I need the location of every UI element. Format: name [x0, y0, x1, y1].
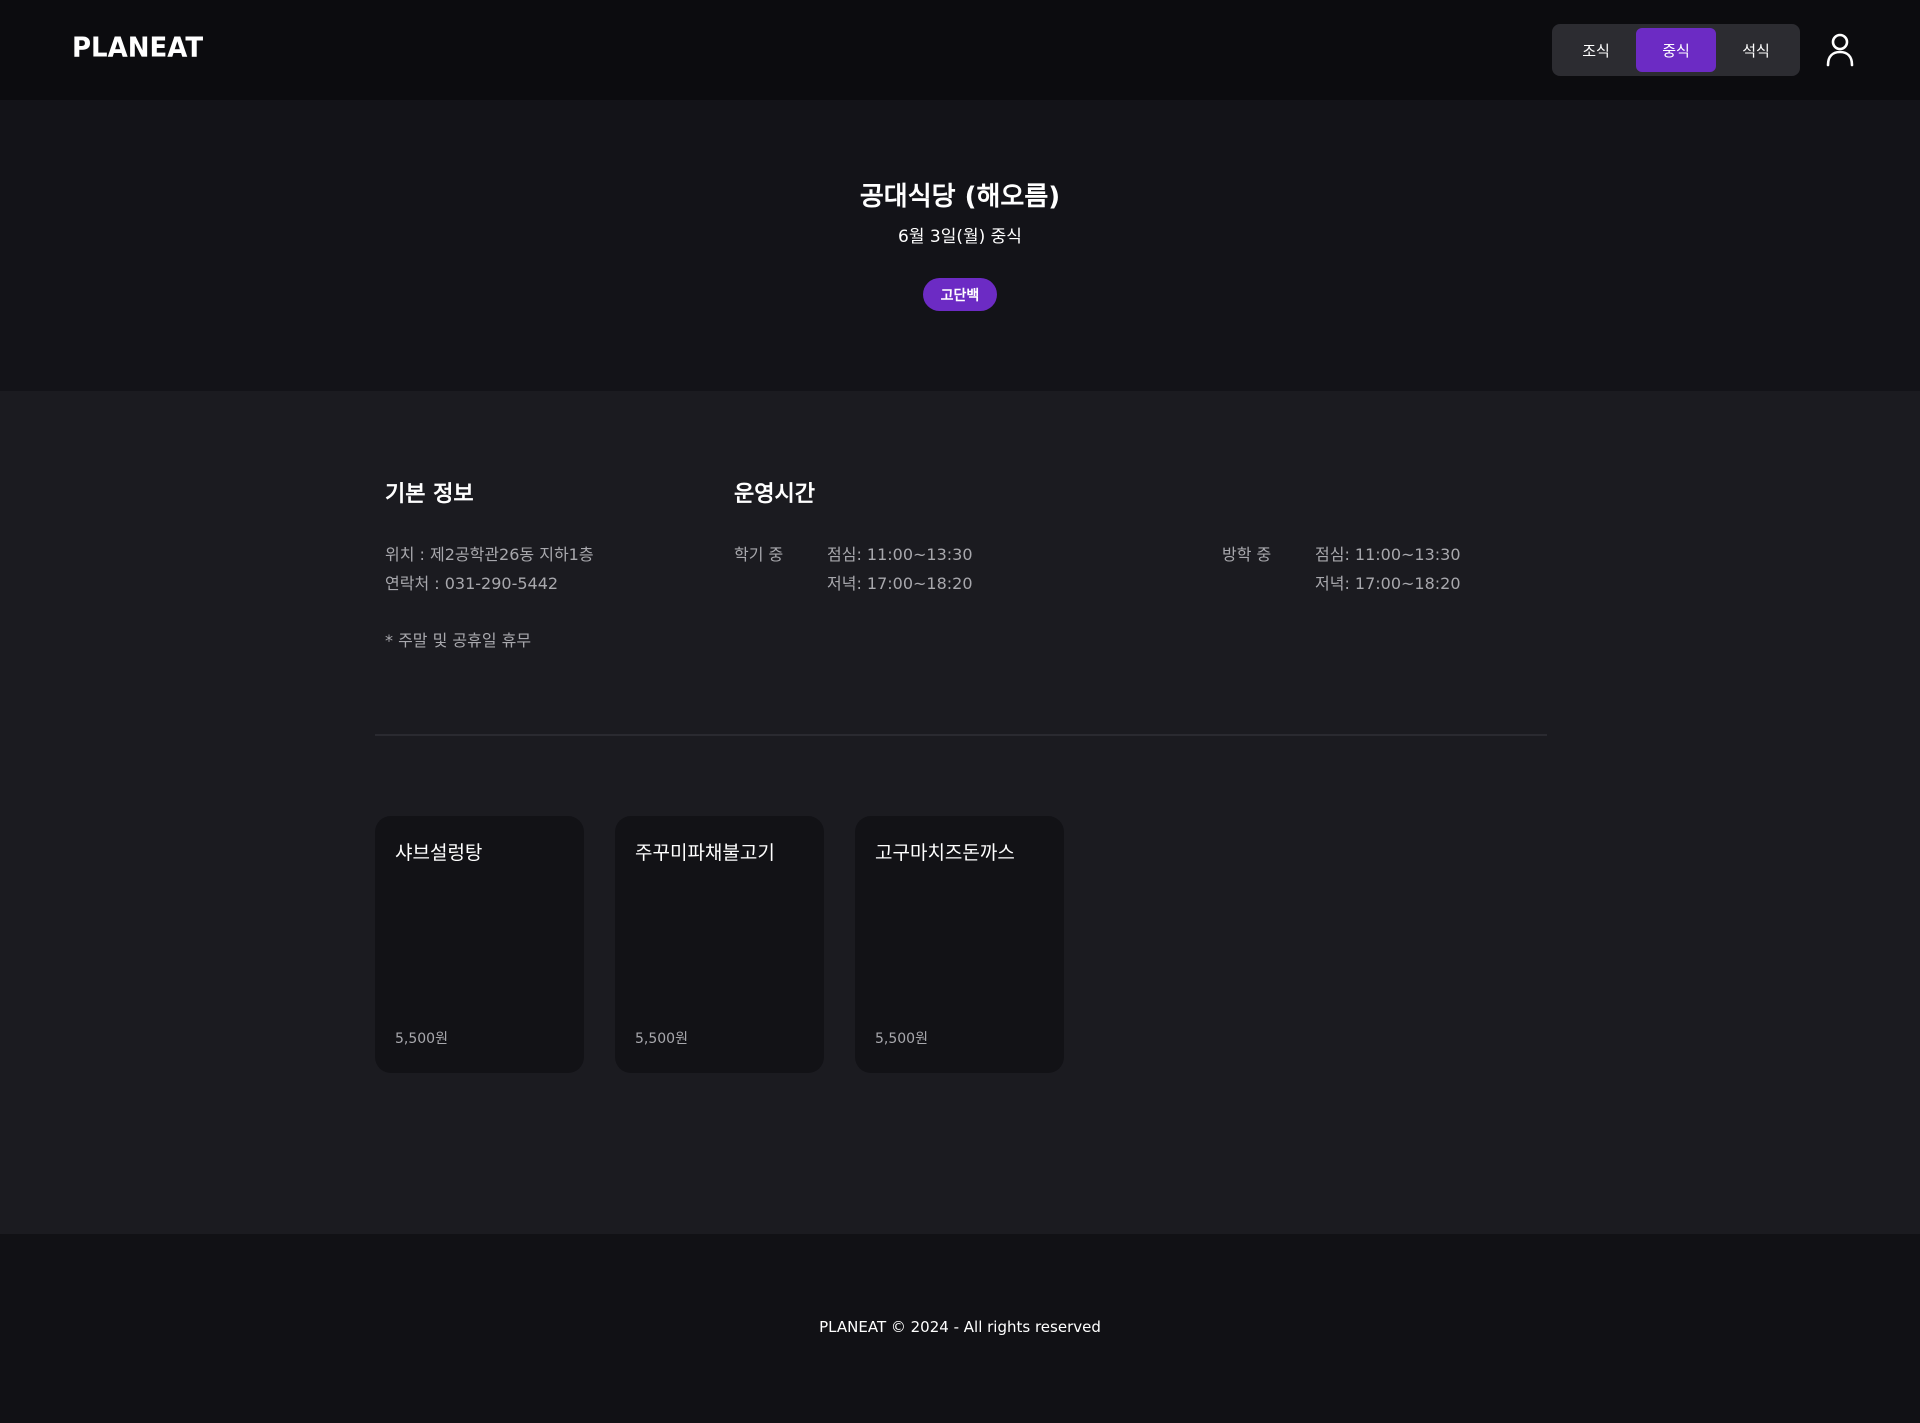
page-footer: PLANEAT © 2024 - All rights reserved: [0, 1234, 1920, 1423]
app-logo[interactable]: PLANEAT: [72, 32, 203, 64]
restaurant-hero: 공대식당 (해오름) 6월 3일(월) 중식 고단백: [0, 100, 1920, 391]
vacation-label: 방학 중: [1222, 545, 1272, 564]
page-title: 공대식당 (해오름): [859, 182, 1061, 212]
menu-item-name: 주꾸미파채불고기: [635, 842, 775, 864]
vacation-lunch-hours: 점심: 11:00~13:30: [1315, 545, 1461, 564]
menu-item-name: 샤브설렁탕: [395, 842, 483, 864]
meal-type-toggle: 조식 중식 석식: [1552, 24, 1800, 76]
user-icon[interactable]: [1824, 32, 1856, 68]
high-protein-badge: 고단백: [923, 278, 997, 311]
menu-card[interactable]: 주꾸미파채불고기 5,500원: [615, 816, 824, 1073]
hours-title: 운영시간: [734, 482, 815, 507]
menu-card[interactable]: 샤브설렁탕 5,500원: [375, 816, 584, 1073]
section-divider: [375, 734, 1547, 736]
copyright-text: PLANEAT © 2024 - All rights reserved: [819, 1318, 1101, 1336]
semester-dinner-hours: 저녁: 17:00~18:20: [827, 574, 973, 593]
menu-item-price: 5,500원: [395, 1031, 448, 1047]
contact-text: 연락처 : 031-290-5442: [385, 574, 559, 593]
meal-date: 6월 3일(월) 중식: [898, 227, 1022, 247]
semester-lunch-hours: 점심: 11:00~13:30: [827, 545, 973, 564]
tab-lunch[interactable]: 중식: [1636, 28, 1716, 72]
menu-card[interactable]: 고구마치즈돈까스 5,500원: [855, 816, 1064, 1073]
holiday-note: * 주말 및 공휴일 휴무: [385, 631, 532, 650]
tab-dinner[interactable]: 석식: [1716, 28, 1796, 72]
tab-breakfast[interactable]: 조식: [1556, 28, 1636, 72]
menu-item-name: 고구마치즈돈까스: [875, 842, 1015, 864]
vacation-dinner-hours: 저녁: 17:00~18:20: [1315, 574, 1461, 593]
semester-label: 학기 중: [734, 545, 784, 564]
menu-item-price: 5,500원: [635, 1031, 688, 1047]
top-nav-bar: PLANEAT 조식 중식 석식: [0, 0, 1920, 100]
basic-info-title: 기본 정보: [385, 482, 474, 507]
location-text: 위치 : 제2공학관26동 지하1층: [385, 545, 594, 564]
menu-item-price: 5,500원: [875, 1031, 928, 1047]
